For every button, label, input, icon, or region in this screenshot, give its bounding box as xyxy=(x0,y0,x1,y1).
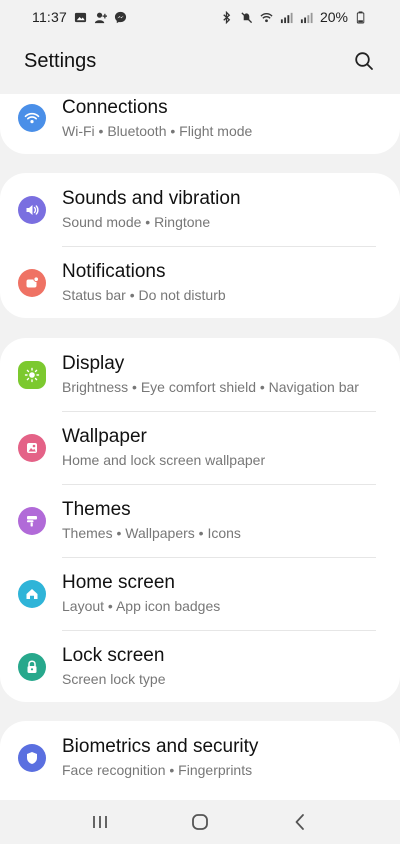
app-header: Settings xyxy=(0,34,400,88)
home-icon xyxy=(18,579,46,608)
settings-item-sounds-and-vibration[interactable]: Sounds and vibration Sound mode • Ringto… xyxy=(0,173,400,246)
row-subtitle: Screen lock type xyxy=(62,671,166,687)
row-text: Connections Wi-Fi • Bluetooth • Flight m… xyxy=(62,97,252,140)
row-text: Lock screen Screen lock type xyxy=(62,645,166,688)
row-title: Home screen xyxy=(62,572,175,593)
sun-icon xyxy=(18,360,46,389)
battery-icon xyxy=(354,10,368,24)
row-title: Sounds and vibration xyxy=(62,188,241,209)
navigation-bar xyxy=(0,800,400,844)
gallery-notification-icon xyxy=(73,10,87,24)
settings-group-security: Biometrics and security Face recognition… xyxy=(0,721,400,800)
row-text: Themes Themes • Wallpapers • Icons xyxy=(62,499,241,542)
back-chevron-icon xyxy=(295,814,304,830)
row-subtitle: Wi-Fi • Bluetooth • Flight mode xyxy=(62,122,253,139)
row-title: Display xyxy=(62,353,125,374)
row-subtitle: Face recognition • Fingerprints xyxy=(62,762,253,778)
back-button[interactable] xyxy=(280,802,320,842)
row-text: Sounds and vibration Sound mode • Ringto… xyxy=(62,188,241,231)
settings-item-biometrics-and-security[interactable]: Biometrics and security Face recognition… xyxy=(0,721,400,794)
row-text: Display Brightness • Eye comfort shield … xyxy=(62,353,359,396)
settings-item-connections[interactable]: Connections Wi-Fi • Bluetooth • Flight m… xyxy=(0,94,400,142)
signal-strength-2-icon xyxy=(300,10,314,24)
bluetooth-icon xyxy=(220,10,234,24)
wifi-signal-icon xyxy=(260,10,274,24)
row-title: Lock screen xyxy=(62,645,165,666)
row-subtitle: Sound mode • Ringtone xyxy=(62,214,211,230)
settings-group-connectivity: Connections Wi-Fi • Bluetooth • Flight m… xyxy=(0,94,400,154)
row-subtitle: Status bar • Do not disturb xyxy=(62,287,226,303)
recent-apps-icon xyxy=(93,816,107,828)
signal-strength-1-icon xyxy=(280,10,294,24)
status-time: 11:37 xyxy=(32,9,67,25)
row-subtitle: Brightness • Eye comfort shield • Naviga… xyxy=(62,379,359,395)
search-icon xyxy=(355,52,373,70)
image-icon xyxy=(18,433,46,462)
settings-item-notifications[interactable]: Notifications Status bar • Do not distur… xyxy=(0,246,400,319)
notification-icon xyxy=(18,268,46,297)
home-circle-icon xyxy=(192,814,208,830)
status-bar: 11:37 20% xyxy=(0,0,400,34)
shield-icon xyxy=(18,743,46,772)
row-subtitle: Home and lock screen wallpaper xyxy=(62,452,266,468)
lock-icon xyxy=(18,652,46,681)
settings-group-sound-notifications: Sounds and vibration Sound mode • Ringto… xyxy=(0,173,400,318)
messenger-notification-icon xyxy=(113,10,127,24)
row-text: Notifications Status bar • Do not distur… xyxy=(62,261,226,304)
row-title: Biometrics and security xyxy=(62,736,259,757)
row-subtitle: Layout • App icon badges xyxy=(62,598,221,614)
settings-item-lock-screen[interactable]: Lock screen Screen lock type xyxy=(0,630,400,703)
row-title: Wallpaper xyxy=(62,426,147,447)
row-subtitle: Themes • Wallpapers • Icons xyxy=(62,525,241,541)
theme-brush-icon xyxy=(18,506,46,535)
status-right: 20% xyxy=(220,9,368,25)
settings-item-themes[interactable]: Themes Themes • Wallpapers • Icons xyxy=(0,484,400,557)
battery-percentage: 20% xyxy=(319,9,348,25)
settings-item-display[interactable]: Display Brightness • Eye comfort shield … xyxy=(0,338,400,411)
settings-item-wallpaper[interactable]: Wallpaper Home and lock screen wallpaper xyxy=(0,411,400,484)
status-left: 11:37 xyxy=(32,9,127,25)
search-button[interactable] xyxy=(350,47,378,75)
settings-group-display: Display Brightness • Eye comfort shield … xyxy=(0,338,400,702)
person-add-notification-icon xyxy=(93,10,107,24)
row-title: Themes xyxy=(62,499,131,520)
speaker-icon xyxy=(18,195,46,224)
home-button[interactable] xyxy=(180,802,220,842)
page-title: Settings xyxy=(24,49,97,72)
row-text: Home screen Layout • App icon badges xyxy=(62,572,220,615)
row-title: Notifications xyxy=(62,261,166,282)
row-text: Biometrics and security Face recognition… xyxy=(62,736,258,779)
recent-apps-button[interactable] xyxy=(80,802,120,842)
wifi-icon xyxy=(18,104,46,132)
mute-icon xyxy=(240,10,254,24)
row-text: Wallpaper Home and lock screen wallpaper xyxy=(62,426,265,469)
settings-item-home-screen[interactable]: Home screen Layout • App icon badges xyxy=(0,557,400,630)
row-title: Connections xyxy=(62,96,168,118)
